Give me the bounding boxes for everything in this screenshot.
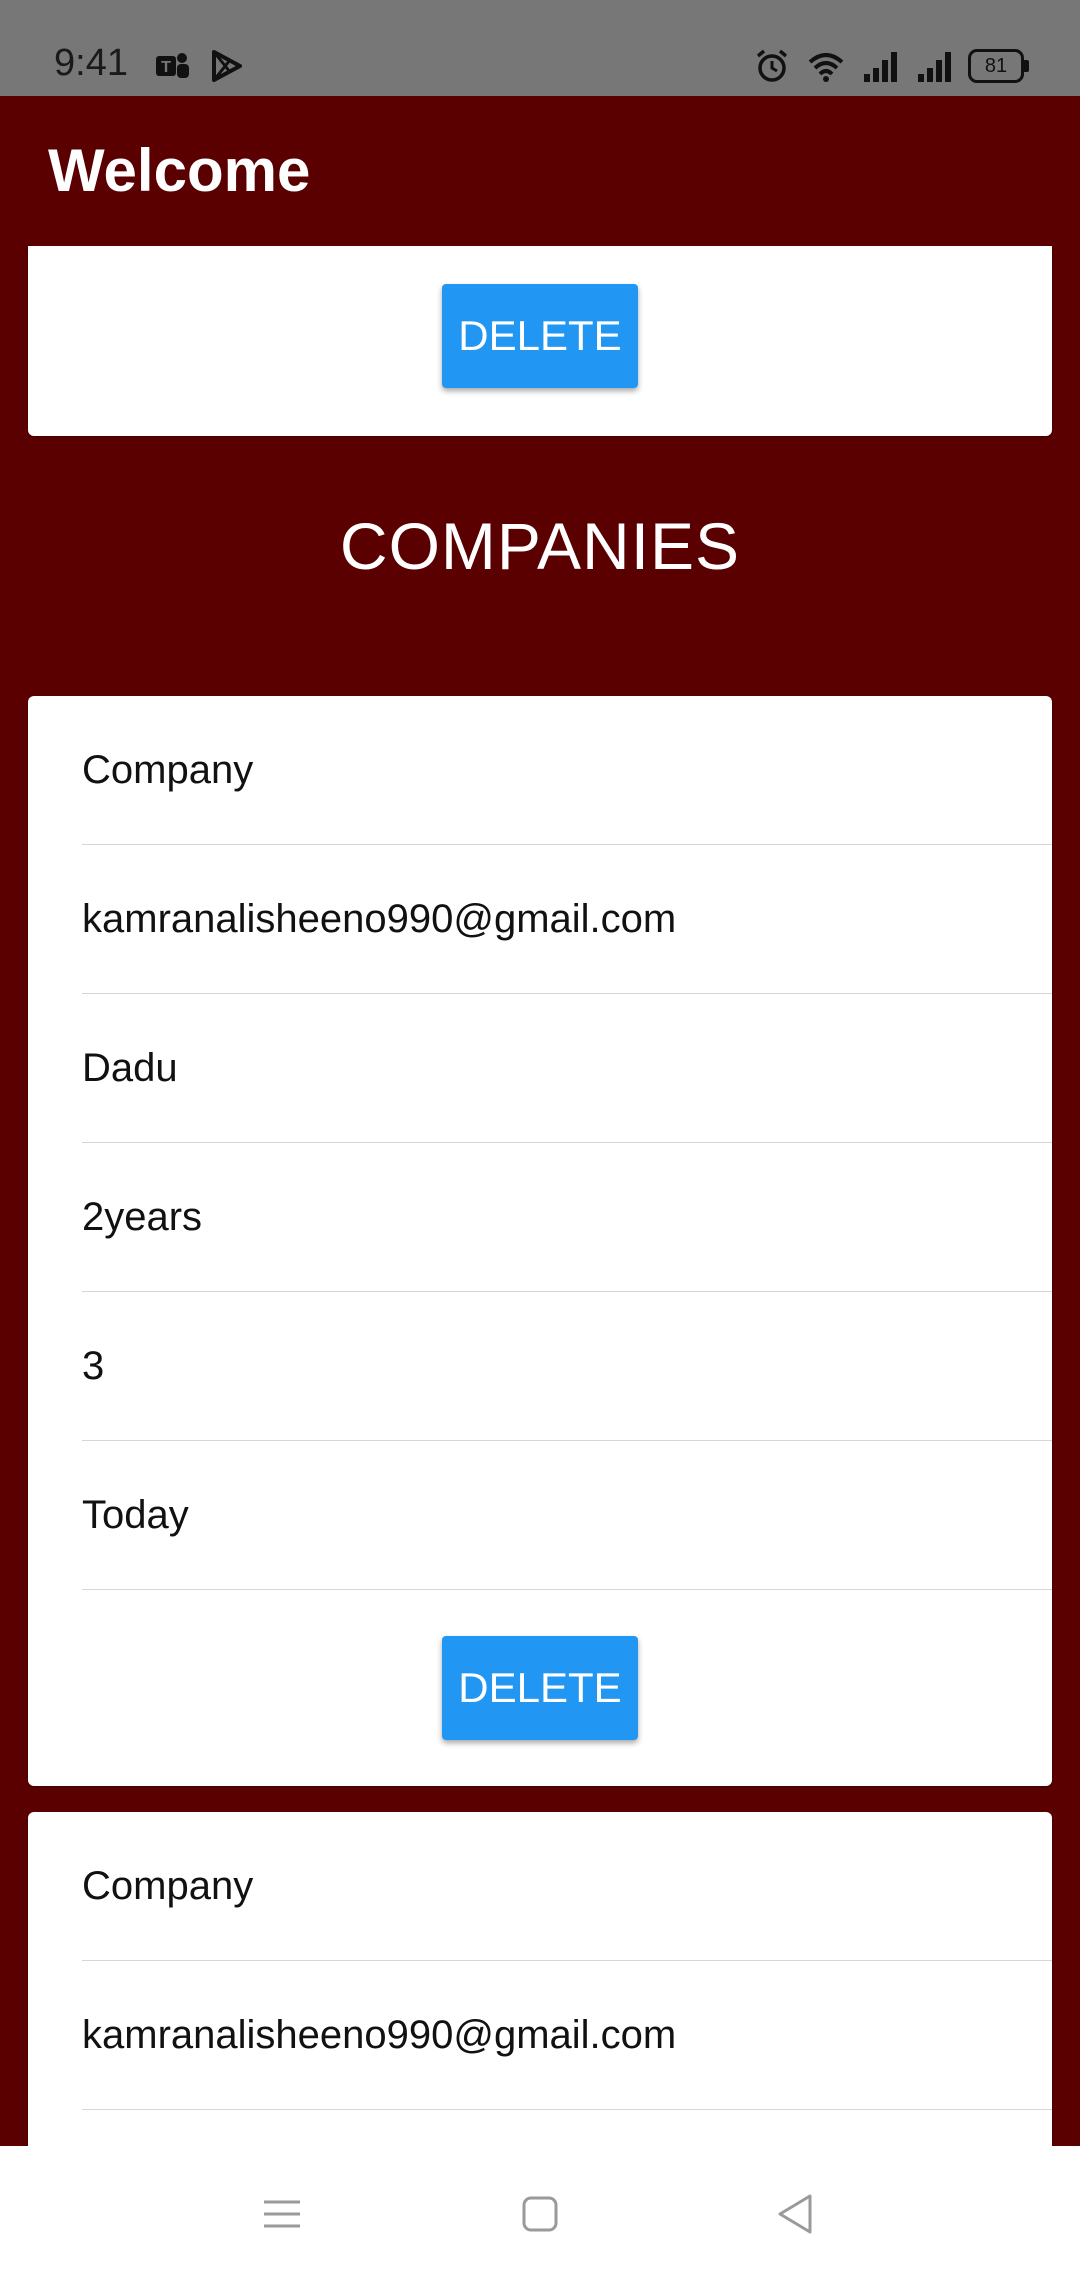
company-card: Company kamranalisheeno990@gmail.com Dad… <box>28 696 1052 1786</box>
company-list[interactable]: DELETE COMPANIES Company kamranalisheeno… <box>0 246 1080 2146</box>
alarm-icon <box>756 49 788 82</box>
signal-icon <box>918 52 951 82</box>
app-bar: Welcome <box>0 96 1080 246</box>
delete-button[interactable]: DELETE <box>442 1636 638 1740</box>
svg-text:T: T <box>161 59 171 76</box>
section-title: COMPANIES <box>339 509 741 583</box>
company-email: kamranalisheeno990@gmail.com <box>82 845 1052 994</box>
company-name: Company <box>82 696 1052 845</box>
status-time: 9:41 <box>54 42 128 84</box>
navigation-bar <box>0 2146 1080 2280</box>
company-email: kamranalisheeno990@gmail.com <box>82 1961 1052 2110</box>
company-card: DELETE <box>28 246 1052 436</box>
home-icon[interactable] <box>514 2188 566 2240</box>
menu-icon[interactable] <box>256 2188 308 2240</box>
company-count: 3 <box>82 1292 1052 1441</box>
page-title: Welcome <box>48 137 311 204</box>
status-bar: 9:41 T 81 <box>0 0 1080 96</box>
company-card: Company kamranalisheeno990@gmail.com <box>28 1812 1052 2146</box>
company-date: Today <box>82 1441 1052 1590</box>
play-store-icon <box>212 50 242 82</box>
company-location: Dadu <box>82 994 1052 1143</box>
signal-icon <box>864 52 897 82</box>
battery-indicator: 81 <box>968 49 1029 83</box>
company-name: Company <box>82 1812 1052 1961</box>
teams-icon: T <box>156 53 189 78</box>
company-experience: 2years <box>82 1143 1052 1292</box>
wifi-icon <box>808 53 844 82</box>
back-icon[interactable] <box>770 2188 822 2240</box>
delete-button[interactable]: DELETE <box>442 284 638 388</box>
